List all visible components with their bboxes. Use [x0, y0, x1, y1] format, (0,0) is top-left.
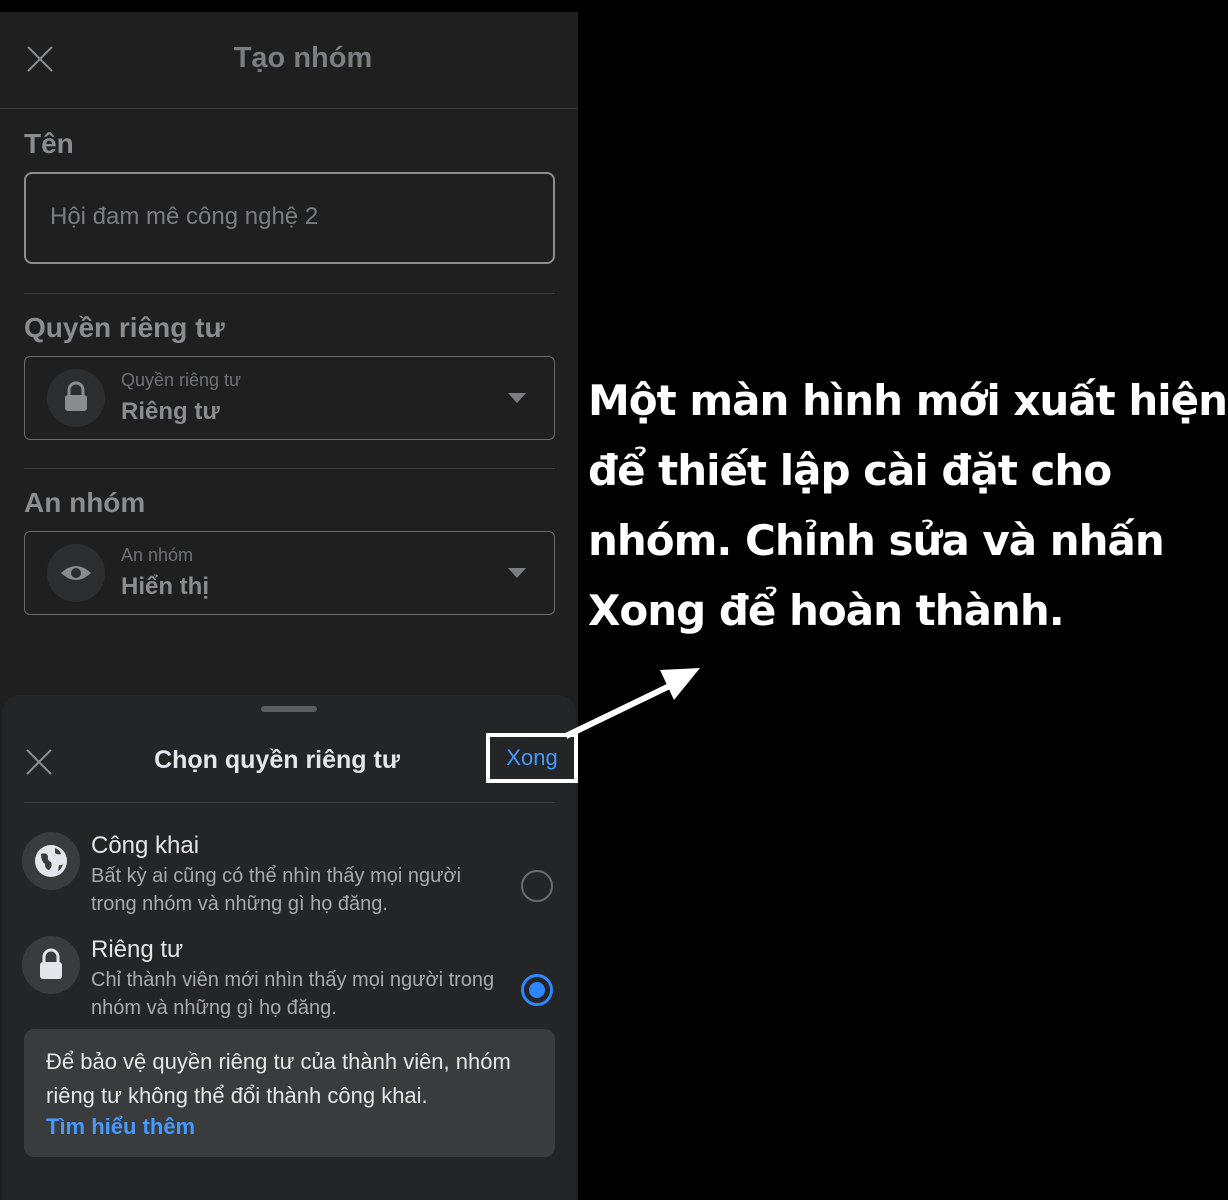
instruction-caption: Một màn hình mới xuất hiện để thiết lập … — [588, 376, 1228, 635]
